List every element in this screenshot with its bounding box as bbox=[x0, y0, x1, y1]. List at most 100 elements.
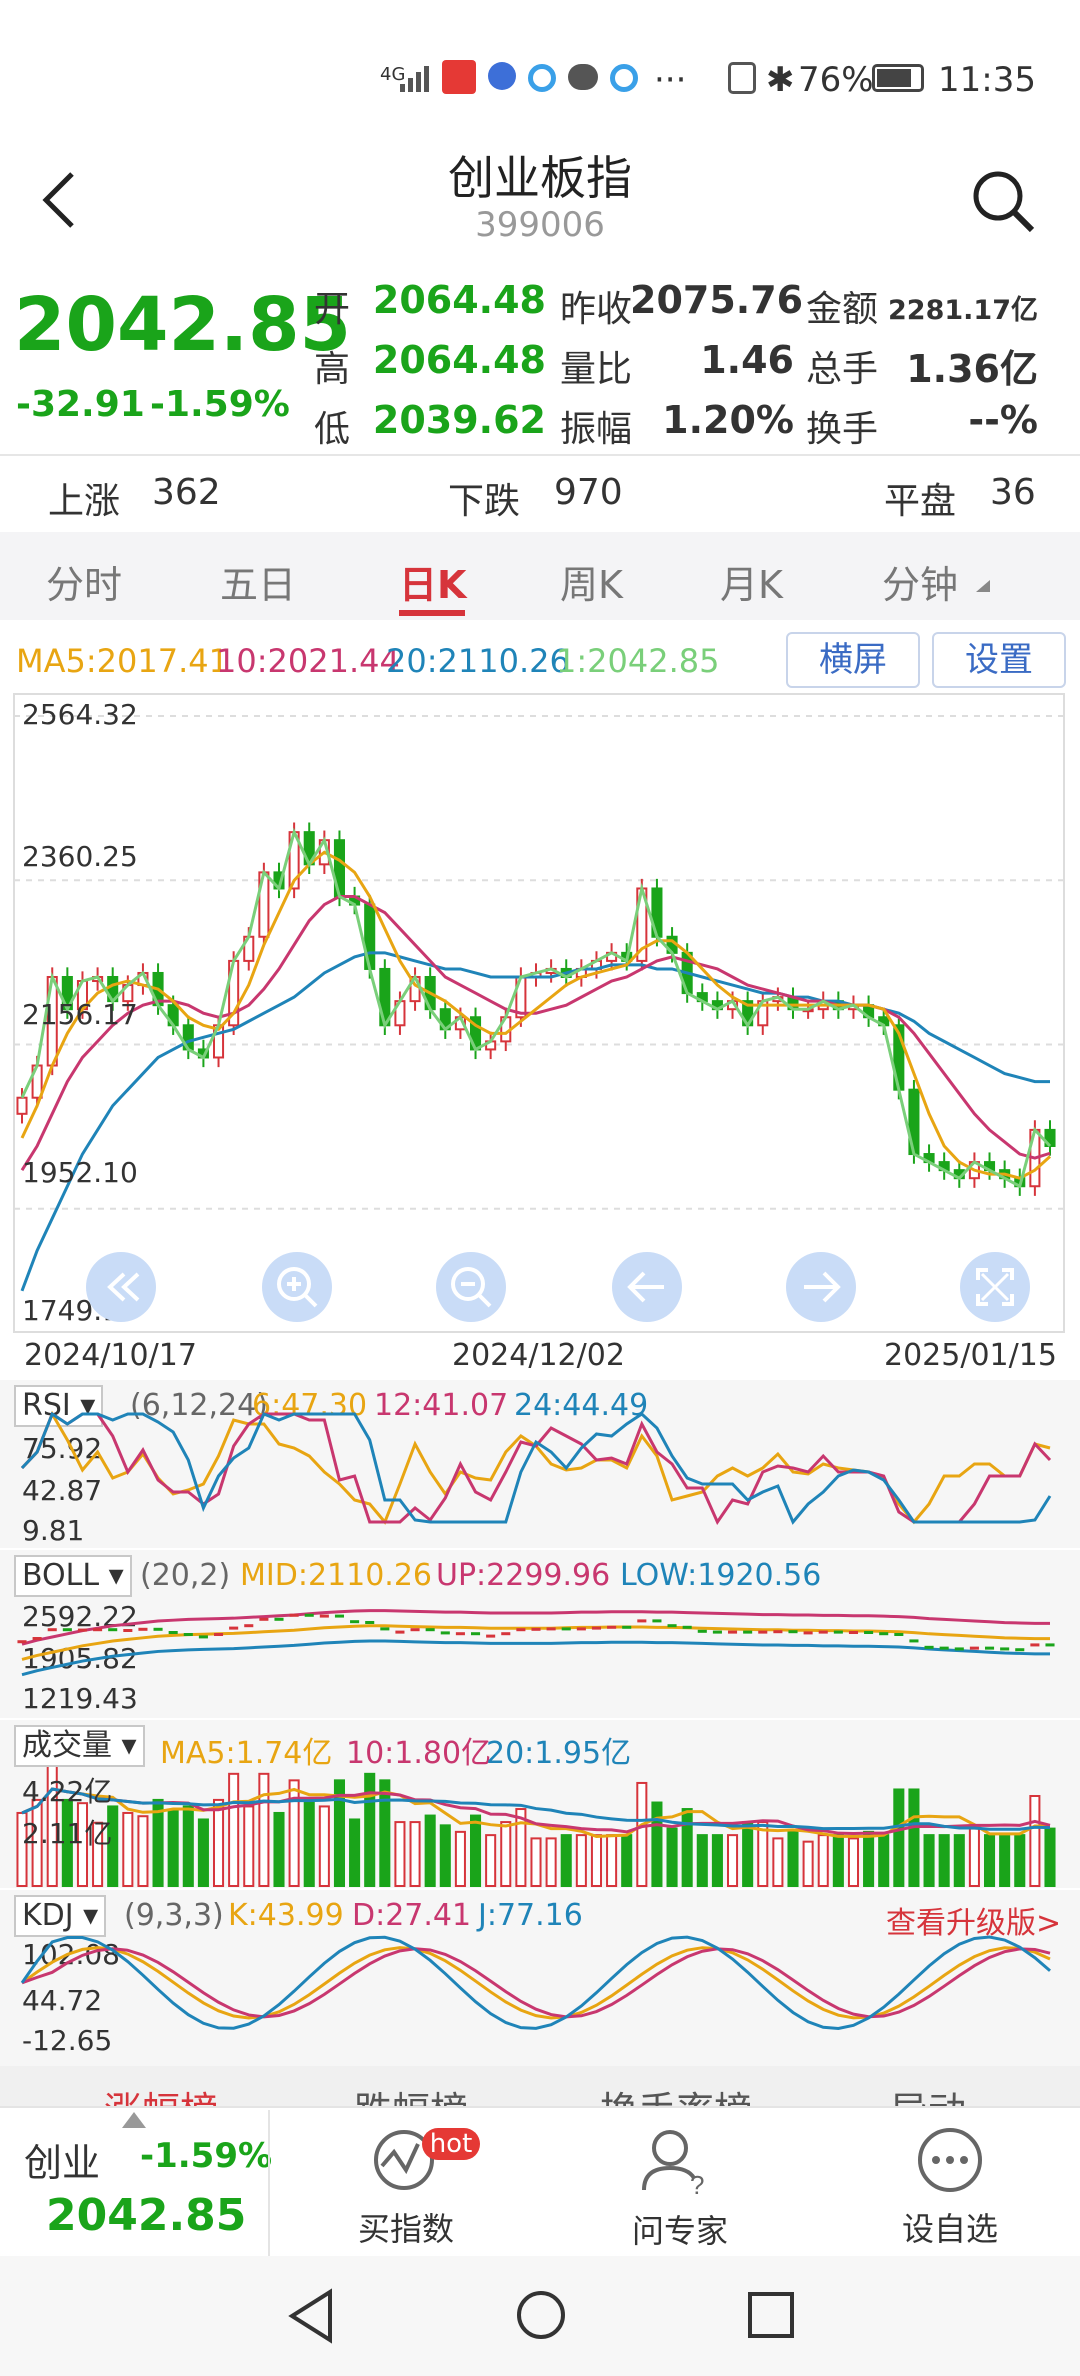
notification-icon bbox=[610, 64, 638, 92]
boll-candle bbox=[244, 1624, 254, 1628]
boll-candle bbox=[93, 1628, 103, 1632]
y-tick-label: 2360.25 bbox=[22, 840, 138, 873]
boll-candle bbox=[727, 1630, 738, 1634]
volume-bar bbox=[953, 1834, 965, 1887]
open-label: 开 bbox=[314, 289, 351, 330]
boll-candle bbox=[350, 1620, 360, 1624]
boll-candle bbox=[591, 1626, 602, 1630]
boll-candle bbox=[743, 1630, 753, 1634]
boll-chart bbox=[17, 1609, 1055, 1677]
turnover-label: 换手 bbox=[806, 409, 879, 450]
boll-candle bbox=[909, 1639, 919, 1643]
volume-selector[interactable]: 成交量 ▾ bbox=[14, 1725, 145, 1767]
active-tab-indicator bbox=[399, 610, 465, 616]
nav-home-icon[interactable] bbox=[514, 2288, 568, 2342]
decliners-label: 下跌 bbox=[448, 481, 521, 522]
volume-bar bbox=[787, 1830, 799, 1888]
arrow-left-icon bbox=[627, 1271, 664, 1303]
more-options-icon bbox=[918, 2128, 982, 2192]
boll-candle bbox=[425, 1628, 435, 1632]
tab-minute[interactable]: 分钟 bbox=[882, 554, 958, 609]
add-watchlist-button[interactable]: 设自选 bbox=[874, 2112, 1034, 2252]
rank-tabs: 涨幅榜 跌幅榜 换手率榜 异动 bbox=[0, 2066, 1080, 2106]
fullscreen-button[interactable] bbox=[960, 1252, 1030, 1322]
nav-recents-icon[interactable] bbox=[746, 2290, 796, 2340]
boll-candle bbox=[1015, 1648, 1025, 1652]
ask-expert-label: 问专家 bbox=[632, 2212, 729, 2250]
boll-candle bbox=[652, 1619, 662, 1623]
scroll-far-left-button[interactable] bbox=[86, 1252, 156, 1322]
boll-candle bbox=[1000, 1647, 1010, 1651]
tab-five-day[interactable]: 五日 bbox=[220, 554, 296, 609]
rsi12-line bbox=[20, 1411, 1052, 1526]
search-icon[interactable] bbox=[970, 168, 1036, 234]
boll-candle bbox=[319, 1614, 329, 1618]
volume-bar bbox=[137, 1815, 149, 1887]
boll-candle bbox=[712, 1630, 722, 1634]
boll-candle bbox=[607, 1625, 617, 1629]
volume-bar bbox=[606, 1834, 618, 1887]
boll-candle bbox=[47, 1628, 57, 1632]
boll-candle bbox=[682, 1625, 692, 1629]
volume-bar bbox=[318, 1805, 330, 1887]
boll-candle bbox=[561, 1627, 571, 1631]
y-tick-label: 2156.17 bbox=[22, 998, 138, 1031]
tab-daily-k[interactable]: 日K bbox=[399, 554, 466, 609]
boll-candle bbox=[803, 1631, 813, 1635]
collapse-arrow-icon[interactable] bbox=[122, 2112, 146, 2128]
rank-tab-losers[interactable]: 跌幅榜 bbox=[354, 2080, 468, 2106]
boll-candle bbox=[954, 1647, 964, 1651]
rank-tab-gainers[interactable]: 涨幅榜 bbox=[104, 2080, 218, 2106]
expert-question-icon: ? bbox=[642, 2130, 704, 2198]
boll-candle bbox=[576, 1627, 586, 1631]
app-notification-icon bbox=[442, 60, 476, 94]
unchanged-count: 36 bbox=[990, 472, 1036, 513]
tab-weekly-k[interactable]: 周K bbox=[560, 554, 623, 609]
amount-value: 2281.17亿 bbox=[888, 295, 1038, 326]
x-tick-label: 2024/12/02 bbox=[452, 1338, 625, 1373]
boll-candle bbox=[138, 1627, 148, 1631]
x-tick-label: 2025/01/15 bbox=[884, 1338, 1057, 1373]
volume-bar bbox=[757, 1821, 769, 1888]
volume-bar bbox=[847, 1837, 860, 1887]
bottom-change-pct: -1.59% bbox=[140, 2136, 273, 2176]
volume-bar bbox=[228, 1772, 240, 1887]
volume-bar bbox=[303, 1798, 315, 1887]
ask-expert-button[interactable]: ? 问专家 bbox=[600, 2112, 760, 2252]
amplitude-label: 振幅 bbox=[560, 409, 633, 450]
volume-bar bbox=[243, 1805, 255, 1887]
volume-bar bbox=[545, 1837, 557, 1887]
tab-intraday[interactable]: 分时 bbox=[46, 554, 122, 609]
volume-bar bbox=[999, 1834, 1011, 1887]
tab-monthly-k[interactable]: 月K bbox=[720, 554, 783, 609]
boll-candle bbox=[455, 1632, 465, 1636]
settings-button[interactable]: 设置 bbox=[932, 632, 1066, 688]
rank-tab-turnover[interactable]: 换手率榜 bbox=[600, 2080, 752, 2106]
boll-candle bbox=[969, 1646, 979, 1650]
boll-candle bbox=[894, 1633, 904, 1637]
boll-candle bbox=[864, 1631, 874, 1635]
candlestick-chart[interactable] bbox=[0, 692, 1080, 1382]
decliners-count: 970 bbox=[554, 472, 623, 513]
hot-badge: hot bbox=[422, 2128, 480, 2160]
buy-index-button[interactable]: hot 买指数 bbox=[330, 2112, 490, 2252]
amount-label: 金额 bbox=[806, 289, 879, 330]
high-value: 2064.48 bbox=[372, 338, 546, 382]
rank-tab-movers[interactable]: 异动 bbox=[890, 2080, 966, 2106]
boll-candle bbox=[833, 1630, 843, 1634]
zoom-in-button[interactable] bbox=[262, 1252, 332, 1322]
landscape-button[interactable]: 横屏 bbox=[786, 632, 920, 688]
scroll-right-button[interactable] bbox=[786, 1252, 856, 1322]
double-chevron-left-icon bbox=[107, 1272, 140, 1302]
boll-candle bbox=[1045, 1643, 1055, 1647]
volume-bar bbox=[394, 1821, 406, 1888]
volume-bar bbox=[863, 1830, 875, 1888]
nav-back-icon[interactable] bbox=[286, 2288, 336, 2344]
ma5-value: MA5:2017.41 bbox=[16, 642, 229, 680]
volume-bar bbox=[893, 1788, 905, 1887]
zoom-out-button[interactable] bbox=[436, 1252, 506, 1322]
scroll-left-button[interactable] bbox=[612, 1252, 682, 1322]
high-label: 高 bbox=[314, 349, 351, 390]
boll-candle bbox=[395, 1630, 405, 1634]
volume-bar bbox=[817, 1834, 829, 1887]
